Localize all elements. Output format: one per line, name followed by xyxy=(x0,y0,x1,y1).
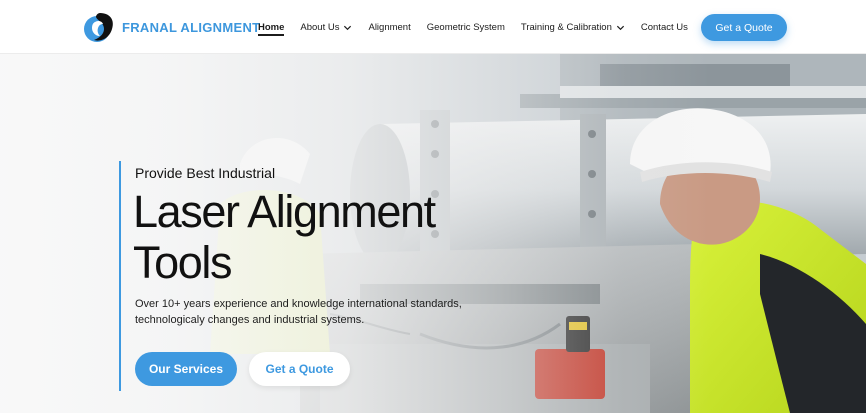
nav-item-label: Alignment xyxy=(368,21,411,33)
chevron-down-icon xyxy=(344,25,352,30)
nav-item-contact-us[interactable]: Contact Us xyxy=(641,0,688,54)
site-header: FRANAL ALIGNMENT Home About Us Alignment… xyxy=(0,0,866,54)
hero-section: Provide Best Industrial Laser Alignment … xyxy=(0,54,866,413)
brand-name: FRANAL ALIGNMENT xyxy=(122,19,261,35)
get-a-quote-button[interactable]: Get a Quote xyxy=(701,14,787,41)
nav-item-label: Training & Calibration xyxy=(520,21,612,33)
nav-item-label: About Us xyxy=(300,21,340,33)
main-nav: Home About Us Alignment Geometric System… xyxy=(258,0,704,54)
nav-item-label: Contact Us xyxy=(640,21,688,33)
hero-description: Over 10+ years experience and knowledge … xyxy=(135,298,462,326)
our-services-button[interactable]: Our Services xyxy=(135,352,237,386)
logo[interactable]: FRANAL ALIGNMENT xyxy=(82,8,260,46)
hero-accent-line xyxy=(119,161,121,391)
nav-item-label: Geometric System xyxy=(426,21,505,33)
nav-item-label: Home xyxy=(258,21,285,33)
chevron-down-icon xyxy=(616,25,624,30)
nav-item-alignment[interactable]: Alignment xyxy=(368,0,410,54)
hero-eyebrow: Provide Best Industrial xyxy=(135,165,276,181)
hero-headline: Laser Alignment Tools xyxy=(133,186,436,288)
logo-mark-icon xyxy=(84,13,113,42)
nav-item-training-calibration[interactable]: Training & Calibration xyxy=(521,0,625,54)
nav-item-about-us[interactable]: About Us xyxy=(300,0,352,54)
nav-item-geometric-system[interactable]: Geometric System xyxy=(427,0,505,54)
hero-get-a-quote-button[interactable]: Get a Quote xyxy=(249,352,350,386)
nav-item-home[interactable]: Home xyxy=(258,0,285,54)
